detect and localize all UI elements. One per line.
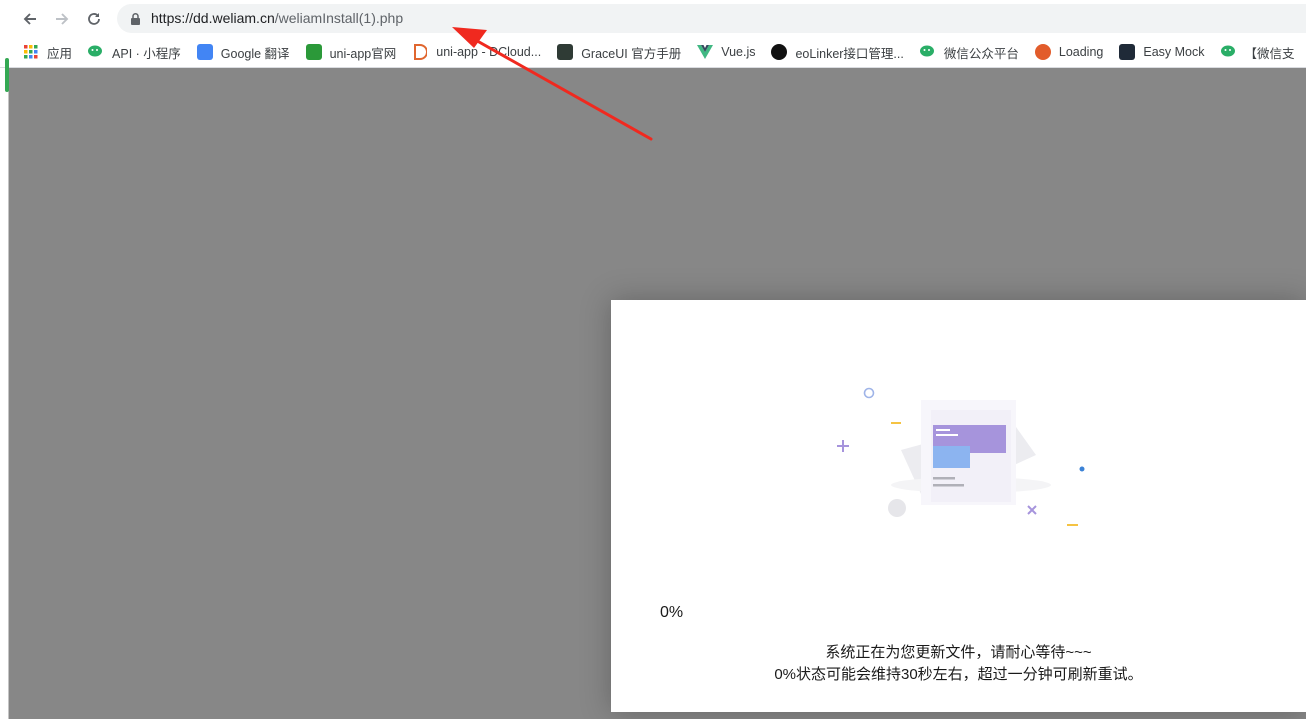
bookmark-item[interactable]: Google 翻译	[188, 39, 297, 65]
easymock-icon	[1119, 44, 1136, 60]
illus-plus	[837, 440, 849, 452]
bookmark-item[interactable]: 微信公众平台	[911, 39, 1026, 65]
illus-circle	[888, 499, 906, 517]
bookmark-item[interactable]: uni-app - DCloud...	[403, 39, 548, 65]
browser-toolbar: https://dd.weliam.cn/weliamInstall(1).ph…	[0, 0, 1306, 37]
bookmark-item[interactable]: Loading	[1026, 39, 1111, 65]
reload-button[interactable]	[81, 6, 107, 32]
bookmark-label: GraceUI 官方手册	[581, 46, 682, 61]
illus-text-line	[936, 434, 958, 436]
vue-icon	[697, 44, 714, 60]
bookmark-label: 微信公众平台	[943, 46, 1019, 61]
illus-cross	[1027, 505, 1037, 515]
illus-dash	[891, 422, 901, 424]
apps-grid-icon	[23, 44, 39, 60]
illus-text-line	[933, 484, 964, 487]
wechat-icon	[1220, 44, 1237, 60]
loading-icon	[1034, 44, 1051, 60]
file-update-illustration	[837, 387, 1085, 526]
uniapp-icon	[305, 44, 322, 60]
bookmark-item[interactable]: API · 小程序	[79, 39, 188, 65]
back-arrow-icon	[23, 13, 36, 25]
bookmark-label: 【微信支	[1244, 46, 1295, 61]
illus-text-line	[936, 429, 950, 431]
address-bar[interactable]: https://dd.weliam.cn/weliamInstall(1).ph…	[117, 4, 1306, 33]
forward-button[interactable]	[49, 6, 75, 32]
progress-percent: 0%	[660, 604, 684, 621]
illus-dash	[1067, 524, 1078, 526]
bookmark-label: eoLinker接口管理...	[795, 46, 904, 61]
update-dialog: 0% 系统正在为您更新文件，请耐心等待~~~ 0%状态可能会维持30秒左右，超过…	[611, 300, 1306, 712]
side-tab-indicator	[5, 58, 9, 92]
bookmark-item[interactable]: Vue.js	[688, 39, 762, 65]
url-host: https://dd.weliam.cn	[151, 10, 275, 26]
bookmark-label: uni-app - DCloud...	[436, 45, 542, 59]
illus-image-block	[933, 446, 970, 468]
bookmarks-bar: 应用 API · 小程序 Google 翻译 uni-app官网 uni-app - D…	[0, 37, 1306, 68]
back-button[interactable]	[17, 6, 43, 32]
lock-icon	[131, 12, 140, 25]
bookmark-item[interactable]: eoLinker接口管理...	[762, 39, 910, 65]
update-message: 系统正在为您更新文件，请耐心等待~~~	[825, 644, 1092, 661]
wechat-icon	[88, 44, 104, 60]
bookmark-label: Loading	[1058, 45, 1104, 59]
illus-text-line	[933, 477, 955, 480]
wait-hint-message: 0%状态可能会维持30秒左右，超过一分钟可刷新重试。	[774, 666, 1143, 683]
illus-dot	[1079, 466, 1085, 472]
bookmark-label: Google 翻译	[220, 46, 290, 61]
bookmark-item[interactable]: Easy Mock	[1110, 39, 1211, 65]
illus-ring	[863, 387, 875, 399]
forward-arrow-icon	[56, 13, 69, 25]
bookmark-item[interactable]: 【微信支	[1212, 39, 1302, 65]
url-path: /weliamInstall(1).php	[274, 10, 404, 26]
bookmark-label: 应用	[47, 46, 73, 61]
google-translate-icon	[196, 44, 213, 60]
window-edge	[8, 68, 9, 719]
url-text: https://dd.weliam.cn/weliamInstall(1).ph…	[151, 10, 403, 26]
bookmark-item[interactable]: uni-app官网	[297, 39, 404, 65]
bookmark-label: API · 小程序	[112, 46, 181, 61]
bookmark-item[interactable]: 应用	[0, 39, 79, 65]
reload-icon	[88, 13, 100, 25]
bookmark-label: Easy Mock	[1143, 45, 1205, 59]
dcloud-icon	[412, 44, 428, 60]
bookmark-label: uni-app官网	[329, 46, 397, 61]
wechat-icon	[919, 44, 936, 60]
eolinker-icon	[771, 44, 788, 60]
graceui-icon	[557, 44, 574, 60]
bookmark-label: Vue.js	[721, 45, 756, 59]
bookmark-item[interactable]: GraceUI 官方手册	[548, 39, 688, 65]
